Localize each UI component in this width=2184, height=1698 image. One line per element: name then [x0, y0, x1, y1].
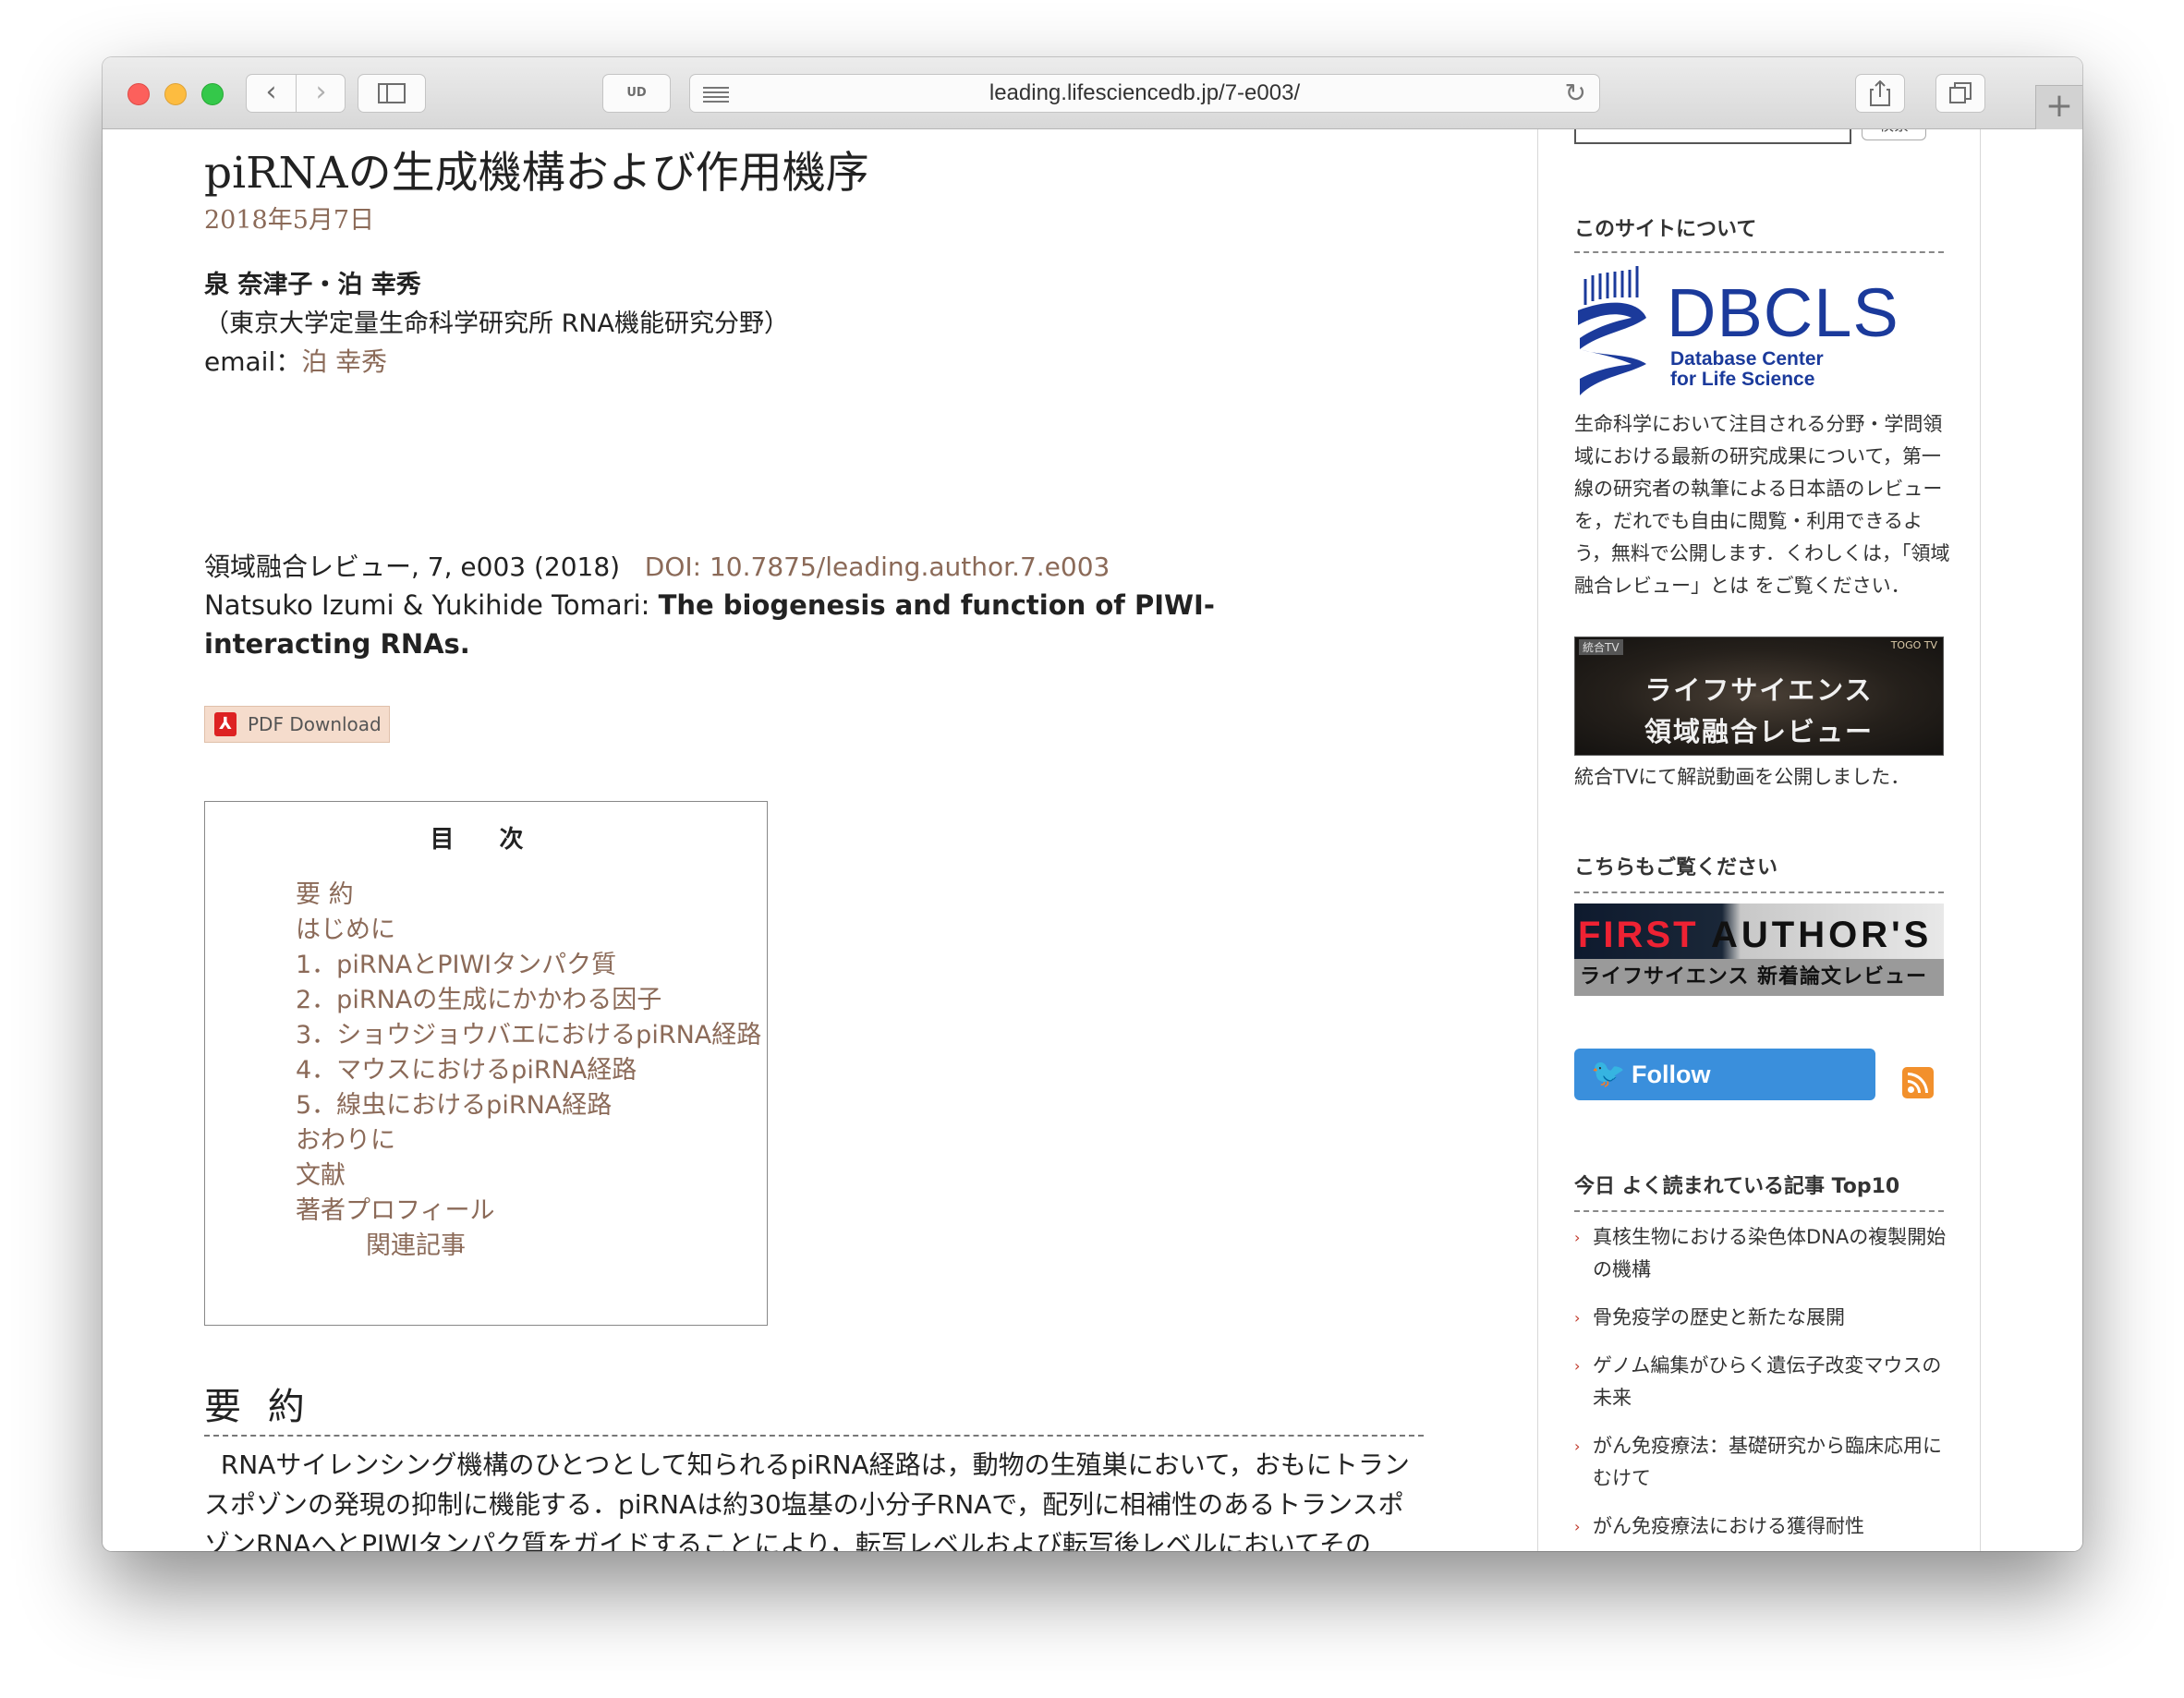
article-date: 2018年5月7日 — [204, 206, 375, 235]
toc-link[interactable]: 3．ショウジョウバエにおけるpiRNA経路 — [296, 1018, 761, 1053]
dna-helix-icon — [1578, 266, 1646, 395]
about-divider — [1574, 251, 1944, 253]
summary-heading: 要 約 — [204, 1386, 312, 1428]
twitter-follow-button[interactable]: 🐦 Follow @first_author — [1574, 1049, 1875, 1140]
pdf-icon: ⅄ — [214, 712, 237, 736]
sidebar-icon — [378, 83, 406, 103]
twitter-follow-label: Follow @first_author — [1632, 1061, 1795, 1140]
sidebar: 検索 このサイトについて DBCLS Database Center for — [1537, 129, 1981, 1551]
chevron-left-icon: ‹ — [265, 76, 277, 108]
chevron-right-icon: › — [315, 76, 327, 108]
table-of-contents: 目 次 要 約 はじめに 1．piRNAとPIWIタンパク質 2．piRNAの生… — [204, 801, 768, 1326]
first-authors-banner[interactable]: FIRST AUTHOR'S ライフサイエンス 新着論文レビュー — [1574, 904, 1944, 996]
also-see-divider — [1574, 891, 1944, 893]
share-icon — [1870, 79, 1890, 106]
article-affiliation: （東京大学定量生命科学研究所 RNA機能研究分野） — [204, 309, 790, 338]
back-button[interactable]: ‹ — [247, 75, 296, 112]
ranking-item[interactable]: › がん免疫療法：基礎研究から臨床応用にむけて — [1574, 1430, 1953, 1495]
about-heading: このサイトについて — [1574, 218, 1757, 241]
browser-toolbar: ‹ › UD leading.lifesciencedb.jp/7-e003/ … — [103, 57, 2082, 129]
summary-text: RNAサイレンシング機構のひとつとして知られるpiRNA経路は，動物の生殖巣にお… — [204, 1449, 1410, 1551]
tv-caption: 統合TVにて解説動画を公開しました． — [1574, 766, 1911, 788]
tv-tag-right: TOGO TV — [1890, 639, 1937, 651]
history-nav: ‹ › — [246, 74, 346, 113]
close-window-button[interactable] — [127, 83, 150, 105]
tv-title-line2: 領域融合レビュー — [1644, 716, 1874, 747]
citation-text: 領域融合レビュー, 7, e003 (2018) — [204, 552, 621, 582]
toc-title: 目 次 — [430, 826, 542, 854]
dbcls-logo[interactable]: DBCLS Database Center for Life Science — [1574, 261, 1899, 399]
tv-tag: 統合TV — [1579, 639, 1623, 655]
english-title: Natsuko Izumi & Yukihide Tomari: The bio… — [204, 586, 1359, 663]
toc-link[interactable]: 著者プロフィール — [296, 1194, 761, 1229]
minimize-window-button[interactable] — [164, 83, 187, 105]
toc-link[interactable]: 関連記事 — [296, 1229, 761, 1264]
ranking-heading: 今日 よく読まれている記事 Top10 — [1574, 1175, 1900, 1198]
search-input[interactable] — [1574, 129, 1851, 144]
email-link[interactable]: 泊 幸秀 — [301, 346, 387, 377]
rss-icon[interactable] — [1902, 1067, 1934, 1098]
forward-button[interactable]: › — [297, 75, 346, 112]
arrow-icon: › — [1574, 1309, 1581, 1327]
togo-tv-banner[interactable]: 統合TV TOGO TV ライフサイエンス 領域融合レビュー — [1574, 637, 1944, 756]
toc-list: 要 約 はじめに 1．piRNAとPIWIタンパク質 2．piRNAの生成にかか… — [296, 878, 761, 1264]
ranking-item[interactable]: › 真核生物における染色体DNAの複製開始の機構 — [1574, 1221, 1953, 1286]
arrow-icon: › — [1574, 1437, 1581, 1455]
search-button[interactable]: 検索 — [1862, 129, 1926, 140]
pdf-download-button[interactable]: ⅄ PDF Download — [204, 706, 390, 743]
fa-subtitle: ライフサイエンス 新着論文レビュー — [1574, 959, 1944, 996]
toc-link[interactable]: 文献 — [296, 1158, 761, 1194]
email-label: email： — [204, 346, 302, 377]
page-content: piRNAの生成機構および作用機序 2018年5月7日 泉 奈津子・泊 幸秀 （… — [103, 129, 2082, 1551]
also-see-heading: こちらもご覧ください — [1574, 856, 1778, 879]
article-title: piRNAの生成機構および作用機序 — [204, 148, 869, 199]
toc-link[interactable]: はじめに — [296, 913, 761, 948]
ranking-item[interactable]: › ゲノム編集がひらく遺伝子改変マウスの未来 — [1574, 1350, 1953, 1414]
new-tab-button[interactable]: + — [2035, 85, 2082, 129]
ranking-list: › 真核生物における染色体DNAの複製開始の機構 › 骨免疫学の歴史と新たな展開 ›… — [1574, 1221, 1953, 1551]
toc-link[interactable]: 1．piRNAとPIWIタンパク質 — [296, 948, 761, 983]
browser-window: ‹ › UD leading.lifesciencedb.jp/7-e003/ … — [103, 57, 2082, 1551]
pdf-download-label: PDF Download — [248, 713, 382, 735]
dbcls-title: DBCLS — [1667, 274, 1899, 351]
share-button[interactable] — [1855, 74, 1905, 113]
article-email: email：泊 幸秀 — [204, 342, 387, 379]
citation: 領域融合レビュー, 7, e003 (2018) DOI: 10.7875/le… — [204, 547, 1110, 584]
address-bar[interactable]: leading.lifesciencedb.jp/7-e003/ ↻ — [689, 74, 1600, 113]
arrow-icon: › — [1574, 1518, 1581, 1535]
tv-title-line1: ライフサイエンス — [1644, 674, 1874, 706]
ranking-item[interactable]: › 骨免疫学の歴史と新たな展開 — [1574, 1302, 1953, 1334]
arrow-icon: › — [1574, 1357, 1581, 1375]
ud-extension-button[interactable]: UD — [602, 74, 671, 113]
ranking-item[interactable]: › がん免疫療法における獲得耐性 — [1574, 1510, 1953, 1543]
arrow-icon: › — [1574, 1229, 1581, 1246]
about-text: 生命科学において注目される分野・学問領域における最新の研究成果について，第一線の… — [1574, 413, 1950, 597]
doi-link[interactable]: DOI: 10.7875/leading.author.7.e003 — [645, 552, 1110, 582]
dbcls-subtitle: Database Center for Life Science — [1670, 348, 1824, 390]
toc-link[interactable]: おわりに — [296, 1123, 761, 1158]
article-authors: 泉 奈津子・泊 幸秀 — [204, 271, 421, 299]
fa-banner-top: FIRST AUTHOR'S — [1574, 904, 1944, 959]
fa-author: AUTHOR'S — [1711, 915, 1933, 955]
toc-link[interactable]: 5．線虫におけるpiRNA経路 — [296, 1088, 761, 1123]
english-authors: Natsuko Izumi & Yukihide Tomari: — [204, 589, 650, 621]
summary-divider — [204, 1435, 1424, 1437]
sidebar-toggle-button[interactable] — [358, 74, 426, 113]
toc-link[interactable]: 要 約 — [296, 878, 761, 913]
toc-link[interactable]: 4．マウスにおけるpiRNA経路 — [296, 1053, 761, 1088]
fa-first: FIRST — [1578, 915, 1699, 955]
zoom-window-button[interactable] — [201, 83, 224, 105]
tabs-overview-button[interactable] — [1935, 74, 1985, 113]
ranking-divider — [1574, 1210, 1944, 1212]
url-text: leading.lifesciencedb.jp/7-e003/ — [989, 80, 1301, 105]
tabs-icon — [1949, 82, 1972, 103]
twitter-bird-icon: 🐦 — [1591, 1059, 1626, 1089]
reload-icon[interactable]: ↻ — [1565, 75, 1586, 112]
toc-link[interactable]: 2．piRNAの生成にかかわる因子 — [296, 983, 761, 1018]
